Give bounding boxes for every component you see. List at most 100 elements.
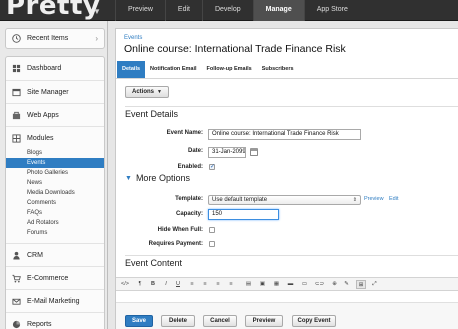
sidebar-item-label: CRM bbox=[27, 251, 43, 259]
numbered-list-icon[interactable]: ▣ bbox=[258, 280, 267, 289]
cart-icon bbox=[12, 274, 21, 282]
subitem-media-downloads[interactable]: Media Downloads bbox=[6, 188, 104, 198]
triangle-down-icon: ▼ bbox=[125, 174, 132, 182]
web-apps-icon bbox=[12, 111, 21, 119]
template-edit-link[interactable]: Edit bbox=[389, 196, 398, 202]
recent-items-panel[interactable]: Recent Items › bbox=[5, 28, 105, 49]
preview-button[interactable]: Preview bbox=[245, 315, 283, 327]
cancel-button[interactable]: Cancel bbox=[203, 315, 237, 327]
hide-when-full-checkbox[interactable] bbox=[209, 227, 215, 233]
nav-app-store[interactable]: App Store bbox=[303, 0, 360, 21]
event-name-label: Event Name: bbox=[166, 130, 203, 136]
site-switcher-caret-icon[interactable]: ▼ bbox=[93, 8, 101, 16]
sidebar-item-web-apps[interactable]: Web Apps bbox=[6, 103, 104, 126]
more-options-heading: More Options bbox=[135, 173, 190, 183]
sidebar-item-email-marketing[interactable]: E-Mail Marketing bbox=[6, 289, 104, 312]
top-nav: Preview Edit Develop Manage App Store bbox=[115, 0, 360, 21]
nav-preview[interactable]: Preview bbox=[115, 0, 165, 21]
more-options-toggle[interactable]: ▼ More Options bbox=[125, 173, 190, 183]
sidebar-item-label: Modules bbox=[27, 134, 54, 142]
sidebar-item-label: Reports bbox=[27, 320, 52, 328]
align-left-icon[interactable]: ≡ bbox=[188, 280, 196, 289]
table-icon[interactable]: ▭ bbox=[300, 280, 309, 289]
subitem-comments[interactable]: Comments bbox=[6, 198, 104, 208]
breadcrumb[interactable]: Events bbox=[124, 35, 142, 41]
chevron-down-icon: ▼ bbox=[157, 89, 162, 95]
template-preview-link[interactable]: Preview bbox=[364, 196, 384, 202]
main-panel: Events Online course: International Trad… bbox=[115, 28, 458, 329]
enabled-label: Enabled: bbox=[177, 164, 203, 170]
delete-button[interactable]: Delete bbox=[161, 315, 195, 327]
sidebar-item-e-commerce[interactable]: E-Commerce bbox=[6, 266, 104, 289]
enabled-checkbox[interactable] bbox=[209, 163, 215, 170]
paragraph-icon[interactable]: ¶ bbox=[136, 280, 144, 289]
sidebar: Recent Items › Dashboard Site Manager We… bbox=[0, 21, 108, 329]
nav-develop[interactable]: Develop bbox=[201, 0, 253, 21]
tab-bar: Details Notification Email Follow-up Ema… bbox=[116, 61, 458, 79]
sidebar-item-modules[interactable]: Modules bbox=[6, 126, 104, 149]
media-icon[interactable]: ▬ bbox=[286, 280, 295, 289]
requires-payment-checkbox[interactable] bbox=[209, 241, 215, 247]
select-arrows-icon: ⇕ bbox=[352, 197, 357, 203]
subitem-photo-galleries[interactable]: Photo Galleries bbox=[6, 168, 104, 178]
html-source-icon[interactable]: </> bbox=[119, 280, 131, 289]
fullscreen-icon[interactable]: ⤢ bbox=[370, 280, 379, 289]
bullet-list-icon[interactable]: ▤ bbox=[244, 280, 253, 289]
sidebar-item-crm[interactable]: CRM bbox=[6, 243, 104, 266]
template-value: Use default template bbox=[212, 197, 268, 203]
sidebar-item-site-manager[interactable]: Site Manager bbox=[6, 80, 104, 103]
tab-details[interactable]: Details bbox=[117, 61, 146, 78]
subitem-faqs[interactable]: FAQs bbox=[6, 208, 104, 218]
pencil-icon[interactable]: ✎ bbox=[342, 280, 351, 289]
subitem-events[interactable]: Events bbox=[6, 158, 104, 168]
sidebar-item-reports[interactable]: Reports bbox=[6, 312, 104, 329]
insert-module-icon[interactable]: ⊕ bbox=[330, 280, 339, 289]
date-input[interactable]: 31-Jan-2099 bbox=[208, 147, 246, 158]
sidebar-item-dashboard[interactable]: Dashboard bbox=[6, 57, 104, 80]
event-content-heading: Event Content bbox=[125, 258, 183, 268]
underline-icon[interactable]: U bbox=[174, 280, 182, 289]
main-menu: Dashboard Site Manager Web Apps Modules … bbox=[5, 56, 105, 329]
subitem-ad-rotators[interactable]: Ad Rotators bbox=[6, 218, 104, 228]
italic-icon[interactable]: I bbox=[162, 280, 170, 289]
chevron-right-icon: › bbox=[95, 34, 98, 43]
template-select[interactable]: Use default template ⇕ bbox=[208, 195, 361, 205]
sidebar-item-label: E-Mail Marketing bbox=[27, 297, 80, 305]
nav-edit[interactable]: Edit bbox=[164, 0, 202, 21]
clock-icon bbox=[12, 34, 21, 43]
divider bbox=[125, 106, 458, 107]
nav-manage[interactable]: Manage bbox=[252, 0, 304, 21]
bold-icon[interactable]: B bbox=[149, 280, 157, 289]
event-name-input[interactable]: Online course: International Trade Finan… bbox=[208, 129, 361, 140]
modules-icon bbox=[12, 133, 21, 143]
actions-label: Actions bbox=[132, 89, 155, 95]
sidebar-item-label: Web Apps bbox=[27, 111, 59, 119]
crm-icon bbox=[13, 251, 20, 260]
page-title: Online course: International Trade Finan… bbox=[124, 43, 346, 55]
sidebar-item-label: Dashboard bbox=[27, 65, 62, 72]
tab-follow-up-emails[interactable]: Follow-up Emails bbox=[202, 61, 257, 78]
subitem-blogs[interactable]: Blogs bbox=[6, 148, 104, 158]
copy-event-button[interactable]: Copy Event bbox=[292, 315, 336, 327]
form-footer: Save Delete Cancel Preview Copy Event bbox=[116, 302, 458, 329]
top-navigation-bar: Pretty ▼ Preview Edit Develop Manage App… bbox=[0, 0, 458, 21]
sidebar-item-label: E-Commerce bbox=[27, 274, 69, 282]
tab-notification-email[interactable]: Notification Email bbox=[145, 61, 201, 78]
subitem-forums[interactable]: Forums bbox=[6, 228, 104, 238]
align-right-icon[interactable]: ≡ bbox=[214, 280, 222, 289]
save-button[interactable]: Save bbox=[125, 315, 153, 327]
capacity-input[interactable]: 150 bbox=[208, 209, 279, 220]
align-center-icon[interactable]: ≡ bbox=[201, 280, 209, 289]
image-icon[interactable]: ▦ bbox=[272, 280, 281, 289]
actions-button[interactable]: Actions ▼ bbox=[125, 86, 169, 98]
reports-icon bbox=[12, 320, 21, 328]
tab-subscribers[interactable]: Subscribers bbox=[257, 61, 299, 78]
subitem-news[interactable]: News bbox=[6, 178, 104, 188]
grid-icon[interactable]: ⊞ bbox=[356, 280, 366, 289]
calendar-icon[interactable] bbox=[250, 148, 258, 156]
dashboard-icon bbox=[12, 64, 21, 73]
site-logo[interactable]: Pretty bbox=[6, 0, 100, 21]
link-icon[interactable]: ⊂⊃ bbox=[314, 280, 325, 289]
align-justify-icon[interactable]: ≡ bbox=[227, 280, 235, 289]
template-label: Template: bbox=[175, 196, 203, 202]
